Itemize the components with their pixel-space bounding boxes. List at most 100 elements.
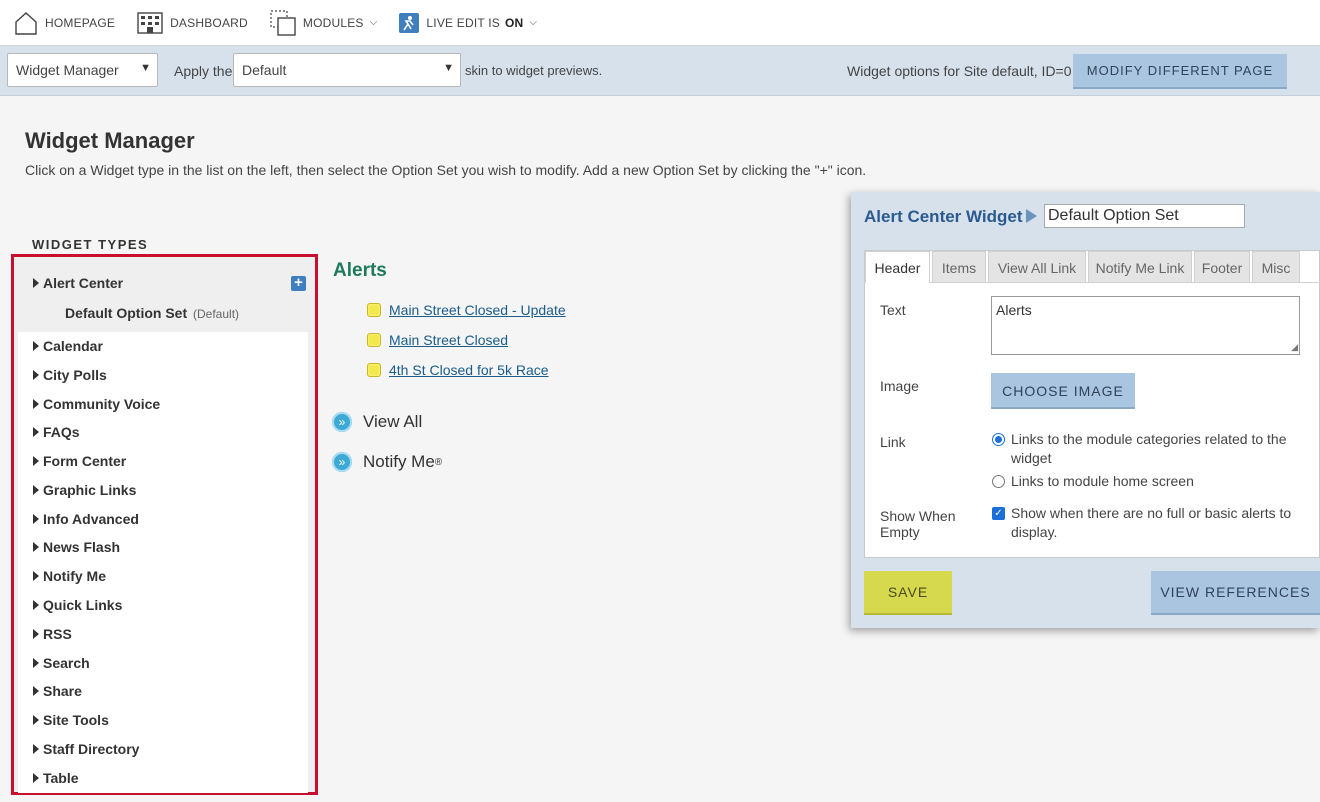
toolbar: Widget Manager ▼ Apply the Default ▼ ski… <box>0 46 1320 96</box>
preview-notify-me-link[interactable]: » Notify Me ® <box>332 452 442 472</box>
widget-types-heading: WIDGET TYPES <box>32 237 149 252</box>
widget-options-panel: Alert Center Widget Header Items View Al… <box>851 192 1320 628</box>
widget-select[interactable]: Widget Manager ▼ <box>7 53 158 87</box>
text-field-label: Text <box>880 302 906 318</box>
widget-type-item[interactable]: Site Tools <box>33 712 109 728</box>
tab-misc[interactable]: Misc <box>1252 251 1300 283</box>
preview-alert-item: Main Street Closed <box>367 332 508 348</box>
preview-alert-item: Main Street Closed - Update <box>367 302 566 318</box>
radio-selected-icon[interactable] <box>992 433 1005 446</box>
preview-alert-link[interactable]: Main Street Closed - Update <box>389 302 566 318</box>
widget-type-alert-center[interactable]: Alert Center <box>33 275 123 291</box>
header-text-input[interactable]: Alerts ◢ <box>991 296 1300 355</box>
tab-items[interactable]: Items <box>932 251 986 283</box>
widget-type-label: Quick Links <box>43 597 123 613</box>
widget-type-item[interactable]: Calendar <box>33 338 103 354</box>
tab-view-all-link[interactable]: View All Link <box>988 251 1086 283</box>
caret-right-icon <box>33 773 39 783</box>
chevron-right-icon: » <box>332 452 352 472</box>
save-button[interactable]: SAVE <box>864 571 952 615</box>
tab-header[interactable]: Header <box>865 251 930 283</box>
widget-type-label: Table <box>43 770 79 786</box>
widget-type-item[interactable]: City Polls <box>33 367 107 383</box>
widget-type-label: Alert Center <box>43 275 124 291</box>
link-option-home[interactable]: Links to module home screen <box>991 472 1311 491</box>
caret-right-icon <box>33 744 39 754</box>
nav-live-edit-label: LIVE EDIT IS <box>426 15 500 30</box>
nav-modules[interactable]: MODULES ⌵ <box>270 9 378 36</box>
widget-type-item[interactable]: Community Voice <box>33 396 160 412</box>
widget-type-item[interactable]: Notify Me <box>33 568 106 584</box>
add-option-set-icon[interactable]: + <box>291 275 306 291</box>
widget-type-item[interactable]: Graphic Links <box>33 482 136 498</box>
widget-type-label: News Flash <box>43 539 121 555</box>
preview-alert-item: 4th St Closed for 5k Race <box>367 362 549 378</box>
caret-right-icon <box>33 370 39 380</box>
page-title: Widget Manager <box>25 128 195 153</box>
widget-types-inner: Alert Center + Default Option Set (Defau… <box>18 261 308 793</box>
preview-alert-link[interactable]: Main Street Closed <box>389 332 508 348</box>
nav-homepage[interactable]: HOMEPAGE <box>14 11 115 35</box>
breadcrumb-arrow-icon <box>1026 209 1037 223</box>
nav-dashboard[interactable]: DASHBOARD <box>137 11 248 34</box>
widget-type-item[interactable]: News Flash <box>33 539 120 555</box>
widget-type-label: FAQs <box>43 424 80 440</box>
widget-type-label: City Polls <box>43 367 107 383</box>
option-set-name: Default Option Set <box>65 305 188 321</box>
nav-live-edit[interactable]: LIVE EDIT IS ON ⌵ <box>399 12 537 33</box>
skin-select[interactable]: Default ▼ <box>233 53 461 87</box>
checkbox-checked-icon[interactable]: ✓ <box>992 507 1005 520</box>
caret-right-icon <box>33 715 39 725</box>
modify-different-page-button[interactable]: MODIFY DIFFERENT PAGE <box>1073 54 1287 89</box>
widget-type-item[interactable]: Form Center <box>33 453 126 469</box>
show-when-empty-option[interactable]: ✓ Show when there are no full or basic a… <box>991 504 1311 542</box>
chevron-down-icon: ▼ <box>443 62 454 74</box>
widget-type-item[interactable]: Table <box>33 770 79 786</box>
preview-alert-link[interactable]: 4th St Closed for 5k Race <box>389 362 549 378</box>
chevron-down-icon: ▼ <box>140 62 151 74</box>
chevron-down-icon: ⌵ <box>369 17 378 28</box>
top-nav: HOMEPAGE DASHBOARD MODULES ⌵ LIVE EDIT I… <box>0 0 1320 46</box>
tab-footer[interactable]: Footer <box>1194 251 1250 283</box>
link-option-1-label: Links to the module categories related t… <box>1011 431 1287 466</box>
resize-grip-icon[interactable]: ◢ <box>1291 342 1298 353</box>
show-when-empty-text: Show when there are no full or basic ale… <box>1011 505 1292 540</box>
widget-type-label: Share <box>43 683 82 699</box>
nav-modules-label: MODULES <box>302 15 364 30</box>
tab-notify-me-link[interactable]: Notify Me Link <box>1088 251 1192 283</box>
widget-type-item[interactable]: Search <box>33 655 90 671</box>
widget-type-item[interactable]: FAQs <box>33 424 80 440</box>
preview-notify-me-label: Notify Me <box>363 452 435 471</box>
widget-type-item[interactable]: Quick Links <box>33 597 122 613</box>
apply-text: Apply the <box>174 63 233 79</box>
live-edit-icon <box>399 12 420 33</box>
caret-right-icon <box>33 629 39 639</box>
image-field-label: Image <box>880 378 919 394</box>
widget-type-label: RSS <box>43 626 72 642</box>
widget-type-item[interactable]: Share <box>33 683 82 699</box>
alert-status-icon <box>367 333 381 347</box>
registered-mark: ® <box>434 456 443 468</box>
widget-type-item[interactable]: RSS <box>33 626 72 642</box>
widget-type-item[interactable]: Staff Directory <box>33 741 139 757</box>
view-references-button[interactable]: VIEW REFERENCES <box>1151 571 1320 615</box>
alert-status-icon <box>367 303 381 317</box>
radio-unselected-icon[interactable] <box>992 475 1005 488</box>
skin-suffix-text: skin to widget previews. <box>465 63 603 78</box>
caret-right-icon <box>33 278 39 288</box>
widget-type-item[interactable]: Info Advanced <box>33 511 139 527</box>
panel-tabs: Header Items View All Link Notify Me Lin… <box>865 251 1320 283</box>
link-option-categories[interactable]: Links to the module categories related t… <box>991 430 1311 468</box>
option-set-default[interactable]: Default Option Set (Default) <box>65 305 239 321</box>
option-set-name-input[interactable] <box>1044 204 1245 228</box>
panel-body: Header Items View All Link Notify Me Lin… <box>864 250 1320 558</box>
nav-live-edit-state: ON <box>504 15 524 30</box>
page-description: Click on a Widget type in the list on th… <box>25 162 867 178</box>
caret-right-icon <box>33 399 39 409</box>
caret-right-icon <box>33 485 39 495</box>
preview-view-all-link[interactable]: » View All <box>332 412 422 432</box>
skin-select-value: Default <box>242 62 287 78</box>
home-icon <box>15 11 37 35</box>
choose-image-button[interactable]: CHOOSE IMAGE <box>991 373 1135 409</box>
widget-type-label: Calendar <box>43 338 103 354</box>
